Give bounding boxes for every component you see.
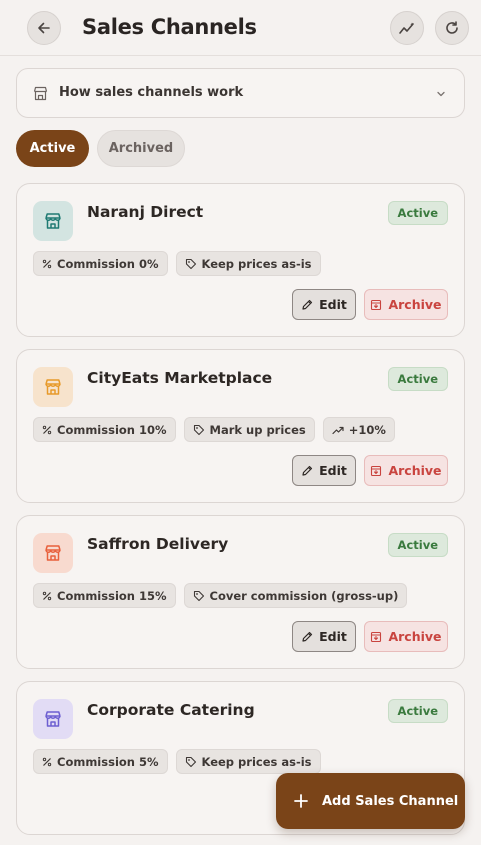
insights-button[interactable]	[390, 11, 424, 45]
edit-button[interactable]: Edit	[292, 455, 356, 486]
channel-name: Saffron Delivery	[87, 535, 229, 553]
status-badge: Active	[387, 201, 448, 225]
status-badge: Active	[387, 367, 448, 391]
add-sales-channel-button[interactable]: Add Sales Channel	[276, 773, 465, 829]
archive-icon	[370, 631, 382, 643]
trending-up-icon	[332, 425, 344, 435]
commission-chip: Commission 15%	[33, 583, 176, 608]
tag-icon	[185, 258, 197, 270]
archive-label: Archive	[388, 297, 442, 312]
plus-icon	[293, 793, 309, 809]
archive-label: Archive	[388, 629, 442, 644]
edit-button[interactable]: Edit	[292, 289, 356, 320]
chip-label: Mark up prices	[209, 422, 306, 437]
chevron-down-icon	[435, 88, 447, 100]
pricing-chip: Keep prices as-is	[175, 749, 321, 774]
page-title: Sales Channels	[82, 15, 257, 39]
channel-card: Naranj Direct Active Commission 0% Keep …	[16, 183, 465, 337]
pencil-icon	[301, 465, 313, 477]
tag-icon	[193, 590, 205, 602]
commission-chip: Commission 0%	[33, 251, 168, 276]
tag-icon	[193, 424, 205, 436]
percent-icon	[42, 591, 52, 601]
archive-button[interactable]: Archive	[364, 455, 448, 486]
chip-label: Keep prices as-is	[201, 754, 312, 769]
percent-icon	[42, 425, 52, 435]
archive-icon	[370, 465, 382, 477]
back-button[interactable]	[27, 11, 61, 45]
pencil-icon	[301, 299, 313, 311]
tag-icon	[185, 756, 197, 768]
chip-label: +10%	[348, 422, 386, 437]
accordion-label: How sales channels work	[59, 85, 244, 100]
edit-label: Edit	[319, 463, 347, 478]
chip-label: Commission 15%	[57, 588, 167, 603]
archive-button[interactable]: Archive	[364, 621, 448, 652]
store-icon	[33, 86, 48, 101]
chip-label: Cover commission (gross-up)	[209, 588, 399, 603]
archive-icon	[370, 299, 382, 311]
fab-label: Add Sales Channel	[322, 793, 459, 809]
channel-store-icon	[33, 533, 73, 573]
channel-store-icon	[33, 201, 73, 241]
status-badge: Active	[387, 533, 448, 557]
percent-icon	[42, 259, 52, 269]
sparkle-chart-icon	[398, 20, 416, 36]
app-header: Sales Channels	[0, 0, 481, 56]
channel-store-icon	[33, 367, 73, 407]
pencil-icon	[301, 631, 313, 643]
channel-card: Saffron Delivery Active Commission 15% C…	[16, 515, 465, 669]
commission-chip: Commission 10%	[33, 417, 176, 442]
channel-store-icon	[33, 699, 73, 739]
percent-icon	[42, 757, 52, 767]
chip-label: Commission 10%	[57, 422, 167, 437]
markup-chip: +10%	[322, 417, 395, 442]
chip-label: Commission 0%	[57, 256, 159, 271]
archive-button[interactable]: Archive	[364, 289, 448, 320]
pricing-chip: Cover commission (gross-up)	[183, 583, 408, 608]
channel-name: Corporate Catering	[87, 701, 255, 719]
how-it-works-accordion[interactable]: How sales channels work	[16, 68, 465, 118]
chip-label: Keep prices as-is	[201, 256, 312, 271]
pricing-chip: Keep prices as-is	[175, 251, 321, 276]
tab-active[interactable]: Active	[16, 130, 89, 167]
channel-name: Naranj Direct	[87, 203, 204, 221]
refresh-button[interactable]	[435, 11, 469, 45]
refresh-icon	[444, 20, 460, 36]
status-badge: Active	[387, 699, 448, 723]
chip-label: Commission 5%	[57, 754, 159, 769]
edit-label: Edit	[319, 629, 347, 644]
channel-card: CityEats Marketplace Active Commission 1…	[16, 349, 465, 503]
channel-name: CityEats Marketplace	[87, 369, 273, 387]
commission-chip: Commission 5%	[33, 749, 168, 774]
tab-archived[interactable]: Archived	[97, 130, 185, 167]
edit-label: Edit	[319, 297, 347, 312]
arrow-left-icon	[36, 20, 52, 36]
edit-button[interactable]: Edit	[292, 621, 356, 652]
pricing-chip: Mark up prices	[183, 417, 315, 442]
archive-label: Archive	[388, 463, 442, 478]
